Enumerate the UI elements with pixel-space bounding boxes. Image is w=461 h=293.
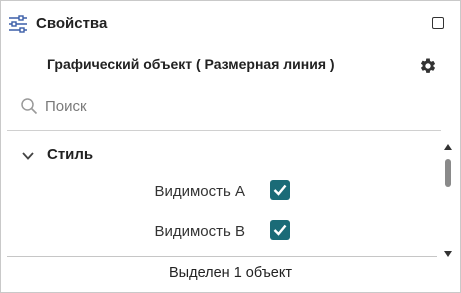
chevron-down-icon[interactable] [21,149,35,161]
section-title: Стиль [47,146,94,163]
section-header-style[interactable]: Стиль [1,142,431,168]
scroll-down-arrow-icon[interactable] [443,245,453,257]
object-row: Графический объект ( Размерная линия ) [1,49,460,83]
properties-panel: Свойства Графический объект ( Размерная … [0,0,461,293]
vertical-scrollbar[interactable] [441,132,455,257]
properties-list: Стиль Видимость А Видимость В [1,132,460,256]
scroll-up-arrow-icon[interactable] [443,138,453,150]
property-label: Видимость В [154,223,245,240]
search-icon [20,97,38,115]
panel-title: Свойства [36,15,108,32]
object-title: Графический объект ( Размерная линия ) [47,56,335,72]
visibility-a-checkbox[interactable] [270,180,290,200]
divider [7,130,441,131]
sliders-icon [8,14,28,34]
property-label: Видимость А [154,183,245,200]
status-text: Выделен 1 объект [169,265,292,281]
property-row-visibility-a: Видимость А [1,177,431,207]
check-icon [273,184,287,196]
status-bar: Выделен 1 объект [1,259,460,291]
divider [7,256,437,257]
check-icon [273,224,287,236]
gear-icon[interactable] [419,57,437,75]
maximize-icon[interactable] [432,17,444,29]
search-input[interactable] [45,93,425,119]
panel-header: Свойства [1,1,460,45]
visibility-b-checkbox[interactable] [270,220,290,240]
scrollbar-thumb[interactable] [445,159,451,187]
property-row-visibility-b: Видимость В [1,217,431,247]
search-box [1,89,460,127]
